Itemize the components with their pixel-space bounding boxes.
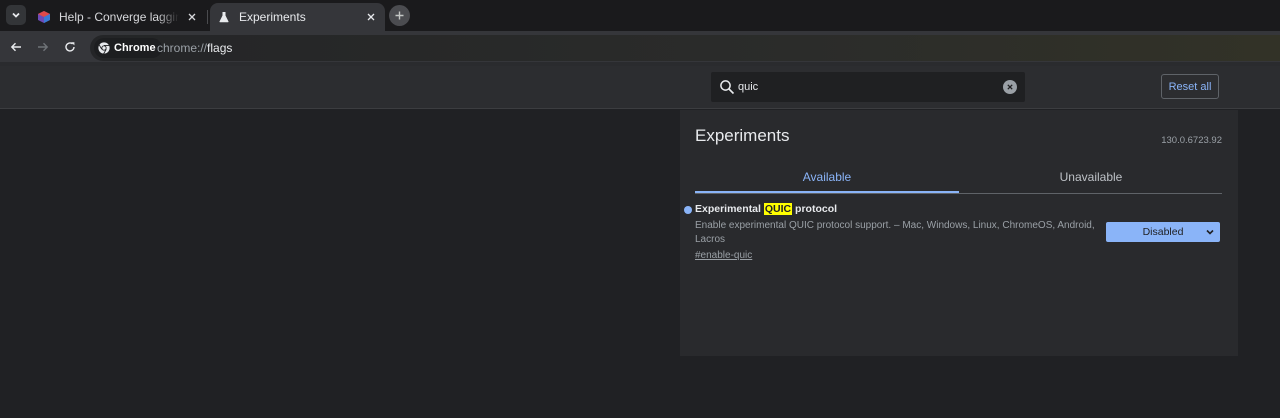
toolbar: Chrome chrome://flags: [0, 31, 1280, 63]
close-icon[interactable]: [362, 8, 380, 26]
forward-button[interactable]: [33, 37, 53, 57]
chip-label: Chrome: [114, 42, 156, 54]
search-input[interactable]: [738, 78, 988, 96]
experiment-title-suffix: protocol: [792, 203, 838, 215]
version-label: 130.0.6723.92: [1161, 135, 1222, 146]
url-text[interactable]: chrome://flags: [157, 41, 232, 55]
reset-all-button[interactable]: Reset all: [1161, 74, 1219, 99]
experiment-item: Experimental QUIC protocol Enable experi…: [684, 203, 1224, 273]
experiment-title: Experimental QUIC protocol: [695, 203, 837, 215]
experiment-state-select[interactable]: Disabled: [1106, 222, 1220, 242]
url-path: flags: [207, 41, 233, 55]
experiments-panel: Experiments 130.0.6723.92 Available Unav…: [680, 110, 1238, 356]
tab-strip: Help - Converge lagging on Yea Experimen…: [0, 0, 1280, 31]
tab-list-button[interactable]: [6, 5, 26, 25]
tab-title: Help - Converge lagging on Yea: [59, 10, 179, 24]
experiment-description: Enable experimental QUIC protocol suppor…: [695, 220, 1095, 245]
chevron-down-icon: [1206, 229, 1214, 235]
flags-header: Reset all: [0, 66, 1280, 109]
site-info-chip[interactable]: Chrome: [94, 38, 162, 58]
search-match-highlight: QUIC: [763, 203, 793, 215]
plus-icon: [395, 11, 404, 20]
tab-unavailable[interactable]: Unavailable: [959, 160, 1223, 193]
chrome-logo-icon: [98, 42, 110, 54]
selected-option: Disabled: [1142, 226, 1184, 238]
tab-bar: Available Unavailable: [695, 160, 1222, 194]
selected-tab-indicator: [695, 191, 959, 193]
tab-separator: [207, 10, 208, 24]
url-scheme: chrome://: [157, 41, 208, 55]
clear-icon[interactable]: [1003, 80, 1017, 94]
chevron-down-icon: [12, 12, 20, 18]
experiment-title-prefix: Experimental: [695, 203, 764, 215]
flask-icon: [216, 9, 232, 25]
new-tab-button[interactable]: [389, 5, 410, 26]
tab-help[interactable]: Help - Converge lagging on Yea: [30, 3, 206, 31]
experiment-permalink[interactable]: #enable-quic: [695, 250, 752, 261]
back-arrow-icon: [10, 42, 21, 52]
back-button[interactable]: [6, 37, 26, 57]
tab-title: Experiments: [239, 10, 306, 24]
reload-icon: [65, 42, 75, 52]
page-title: Experiments: [695, 126, 790, 145]
forward-arrow-icon: [38, 42, 49, 52]
search-icon: [720, 80, 735, 95]
reload-button[interactable]: [60, 37, 80, 57]
search-container: [711, 72, 1025, 102]
site-favicon-icon: [36, 9, 52, 25]
modified-indicator: [684, 206, 692, 214]
close-icon[interactable]: [183, 8, 201, 26]
tab-available[interactable]: Available: [695, 160, 959, 193]
address-bar[interactable]: Chrome chrome://flags: [90, 35, 1280, 61]
tab-experiments[interactable]: Experiments: [210, 3, 385, 31]
